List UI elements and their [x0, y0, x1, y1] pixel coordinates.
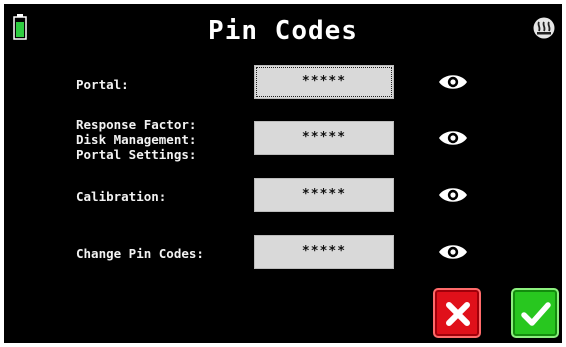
cancel-button[interactable]: [433, 288, 481, 338]
response-factor-pin-field[interactable]: *****: [254, 121, 394, 155]
eye-icon[interactable]: [438, 186, 468, 204]
eye-icon[interactable]: [438, 243, 468, 261]
eye-icon[interactable]: [438, 73, 468, 91]
calibration-pin-field[interactable]: *****: [254, 178, 394, 212]
pin-codes-screen: Pin Codes Portal: ***** Response Factor:…: [4, 4, 562, 343]
eye-icon[interactable]: [438, 129, 468, 147]
page-title: Pin Codes: [208, 16, 358, 46]
portal-pin-field[interactable]: *****: [254, 65, 394, 99]
close-icon: [446, 302, 470, 326]
change-pin-codes-field[interactable]: *****: [254, 235, 394, 269]
confirm-button[interactable]: [511, 288, 559, 338]
calibration-label: Calibration:: [76, 189, 167, 204]
checkmark-icon: [521, 302, 551, 326]
portal-label: Portal:: [76, 77, 129, 92]
response-factor-label: Response Factor: Disk Management: Portal…: [76, 117, 197, 162]
change-pin-codes-label: Change Pin Codes:: [76, 246, 204, 261]
heater-icon: [533, 17, 555, 39]
